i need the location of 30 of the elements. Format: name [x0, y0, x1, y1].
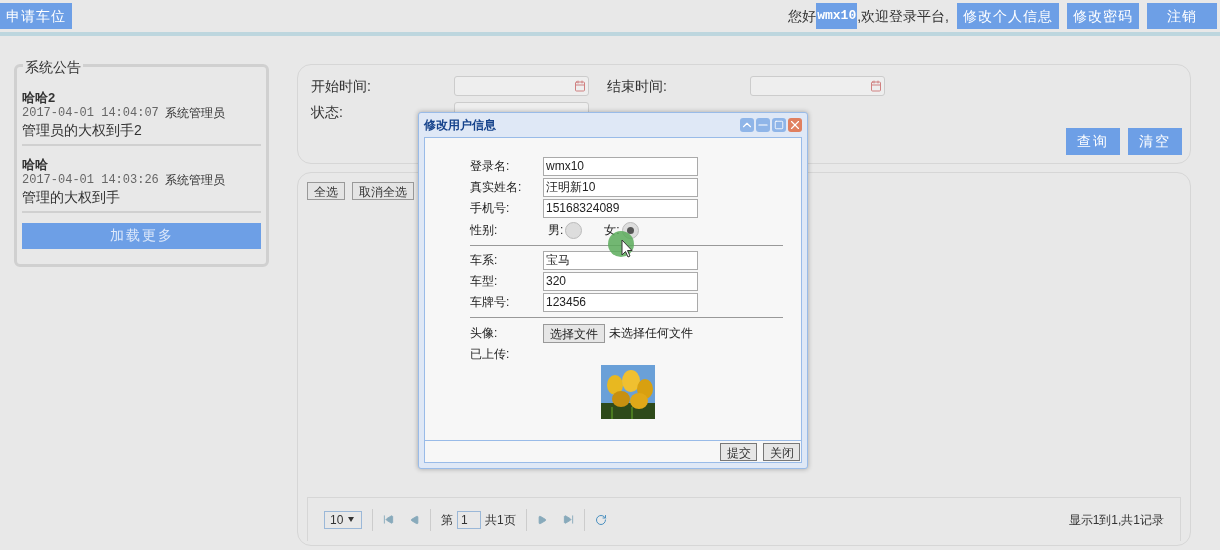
- greeting-text: 您好: [788, 6, 817, 26]
- radio-label: 男:: [548, 222, 564, 239]
- field-label: 手机号:: [470, 200, 511, 217]
- greeting-text: ,欢迎登录平台,: [857, 6, 949, 26]
- notice-time: 2017-04-01 14:04:07: [22, 106, 159, 121]
- radio-label: 女:: [604, 222, 620, 239]
- field-label: 车牌号:: [470, 294, 511, 311]
- notice-author: 系统管理员: [164, 173, 225, 188]
- dialog-title: 修改用户信息: [424, 117, 496, 134]
- record-summary: 显示1到1,共1记录: [1068, 511, 1164, 529]
- notice-title: 哈哈2: [22, 89, 57, 106]
- field-label: 性别:: [470, 222, 499, 239]
- field-label: 已上传:: [470, 346, 510, 363]
- notice-title: 哈哈: [22, 156, 49, 173]
- notice-author: 系统管理员: [164, 106, 225, 121]
- field-label: 头像:: [470, 325, 499, 342]
- page-total: 共1页: [485, 511, 516, 529]
- notice-time: 2017-04-01 14:03:26: [22, 173, 159, 188]
- field-label: 真实姓名:: [470, 179, 523, 196]
- field-label: 登录名:: [470, 158, 511, 175]
- page-prefix: 第: [441, 511, 453, 529]
- field-label: 状态:: [311, 102, 344, 122]
- notice-content: 管理的大权到手: [22, 188, 121, 206]
- field-label: 车系:: [470, 252, 499, 269]
- field-label: 开始时间:: [311, 76, 372, 96]
- file-status: 未选择任何文件: [609, 325, 693, 342]
- notice-content: 管理员的大权到手2: [22, 121, 143, 139]
- field-label: 车型:: [470, 273, 499, 290]
- field-label: 结束时间:: [607, 76, 668, 96]
- username-label: wmx10: [816, 3, 858, 29]
